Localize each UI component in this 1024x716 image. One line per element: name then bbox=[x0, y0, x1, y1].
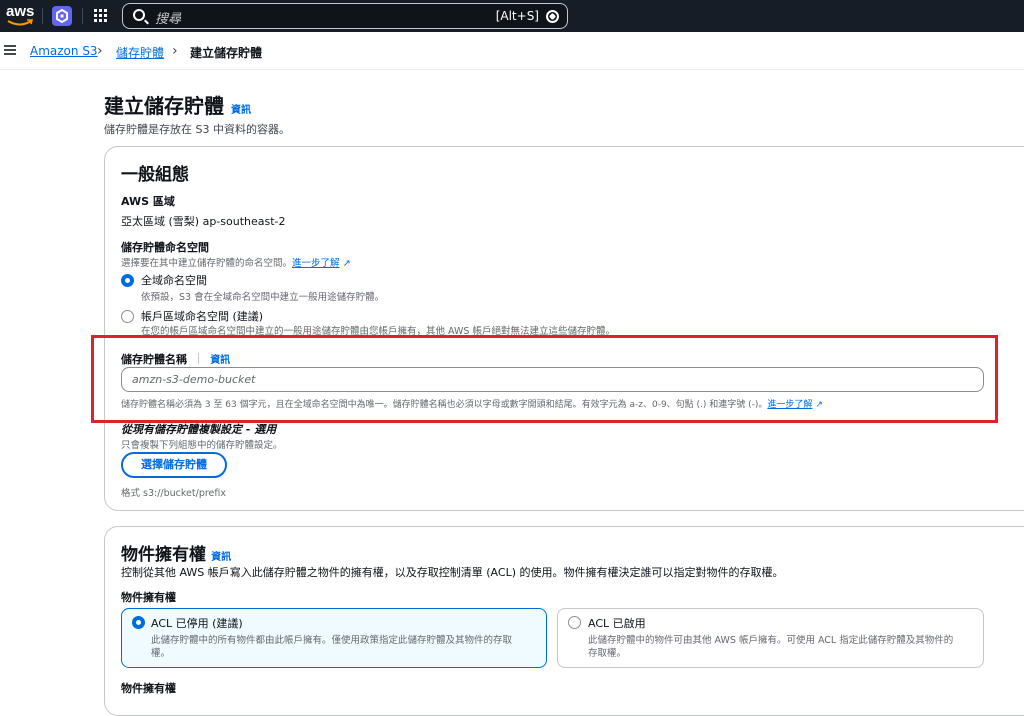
object-ownership-footer-label: 物件擁有權 bbox=[121, 682, 176, 695]
breadcrumb-current: 建立儲存貯體 bbox=[190, 46, 263, 60]
object-ownership-heading: 物件擁有權 資訊 bbox=[121, 540, 231, 565]
radio-acl-enabled[interactable] bbox=[568, 616, 581, 629]
object-ownership-description: 控制從其他 AWS 帳戶寫入此儲存貯體之物件的擁有權，以及存取控制清單 (ACL… bbox=[121, 566, 784, 579]
chevron-right-icon: › bbox=[97, 43, 103, 59]
page-title: 建立儲存貯體 資訊 bbox=[104, 90, 251, 119]
object-ownership-info-link[interactable]: 資訊 bbox=[211, 552, 231, 563]
divider bbox=[82, 8, 83, 24]
menu-icon[interactable] bbox=[4, 45, 16, 55]
general-configuration-heading: 一般組態 bbox=[121, 165, 189, 185]
learn-more-link[interactable]: 進一步了解 bbox=[292, 258, 340, 269]
region-value: 亞太區域 (雪梨) ap-southeast-2 bbox=[121, 215, 286, 228]
acl-disabled-label: ACL 已停用 (建議) bbox=[151, 617, 243, 630]
radio-global-namespace-label: 全域命名空間 bbox=[141, 274, 207, 287]
region-label: AWS 區域 bbox=[121, 195, 175, 208]
format-hint: 格式 s3://bucket/prefix bbox=[121, 488, 227, 499]
radio-global-namespace-desc: 依預設，S3 會在全域命名空間中建立一般用途儲存貯體。 bbox=[141, 292, 385, 303]
object-ownership-heading-text: 物件擁有權 bbox=[121, 545, 206, 565]
search-placeholder: 搜尋 bbox=[155, 12, 182, 27]
aws-logo[interactable]: aws bbox=[6, 3, 36, 29]
namespace-hint-text: 選擇要在其中建立儲存貯體的命名空間。 bbox=[121, 258, 293, 269]
object-ownership-field-label: 物件擁有權 bbox=[121, 591, 176, 604]
apps-grid-icon[interactable] bbox=[94, 9, 108, 23]
top-navigation-bar: aws 搜尋 [Alt+S] bbox=[0, 0, 1024, 32]
radio-global-namespace[interactable] bbox=[121, 274, 134, 287]
radio-account-namespace[interactable] bbox=[121, 310, 134, 323]
acl-enabled-desc-1: 此儲存貯體中的物件可由其他 AWS 帳戶擁有。可使用 ACL 指定此儲存貯體及其… bbox=[588, 635, 954, 646]
namespace-label: 儲存貯體命名空間 bbox=[121, 241, 209, 254]
acl-disabled-desc-1: 此儲存貯體中的所有物件都由此帳戶擁有。僅使用政策指定此儲存貯體及其物件的存取 bbox=[151, 635, 513, 646]
copy-settings-hint: 只會複製下列組態中的儲存貯體設定。 bbox=[121, 440, 283, 451]
acl-disabled-desc-2: 權。 bbox=[151, 648, 171, 659]
external-link-icon: ↗ bbox=[342, 258, 351, 269]
page-description: 儲存貯體是存放在 S3 中資料的容器。 bbox=[104, 123, 290, 136]
search-input[interactable]: 搜尋 [Alt+S] bbox=[122, 3, 568, 29]
breadcrumb-amazon-s3[interactable]: Amazon S3 bbox=[30, 44, 98, 58]
copy-settings-label: 從現有儲存貯體複製設定 - 選用 bbox=[121, 423, 277, 436]
search-shortcut: [Alt+S] bbox=[495, 9, 539, 23]
highlight-box bbox=[91, 335, 998, 423]
acl-enabled-label: ACL 已啟用 bbox=[588, 617, 646, 630]
divider bbox=[42, 8, 43, 24]
amazon-q-icon bbox=[546, 10, 559, 23]
service-favorite-icon[interactable] bbox=[52, 6, 72, 26]
search-icon bbox=[133, 9, 145, 21]
radio-acl-disabled[interactable] bbox=[132, 616, 145, 629]
namespace-hint: 選擇要在其中建立儲存貯體的命名空間。進一步了解 ↗ bbox=[121, 255, 351, 269]
choose-bucket-button[interactable]: 選擇儲存貯體 bbox=[121, 452, 227, 478]
breadcrumb-buckets[interactable]: 儲存貯體 bbox=[116, 44, 164, 61]
aws-logo-text: aws bbox=[6, 3, 35, 20]
radio-account-namespace-label: 帳戶區域命名空間 (建議) bbox=[141, 310, 264, 323]
chevron-right-icon: › bbox=[172, 43, 178, 59]
page-title-text: 建立儲存貯體 bbox=[104, 94, 224, 118]
acl-enabled-desc-2: 存取權。 bbox=[588, 648, 627, 659]
page-info-link[interactable]: 資訊 bbox=[231, 105, 251, 116]
breadcrumb: Amazon S3 › 儲存貯體 › 建立儲存貯體 bbox=[0, 32, 1024, 70]
